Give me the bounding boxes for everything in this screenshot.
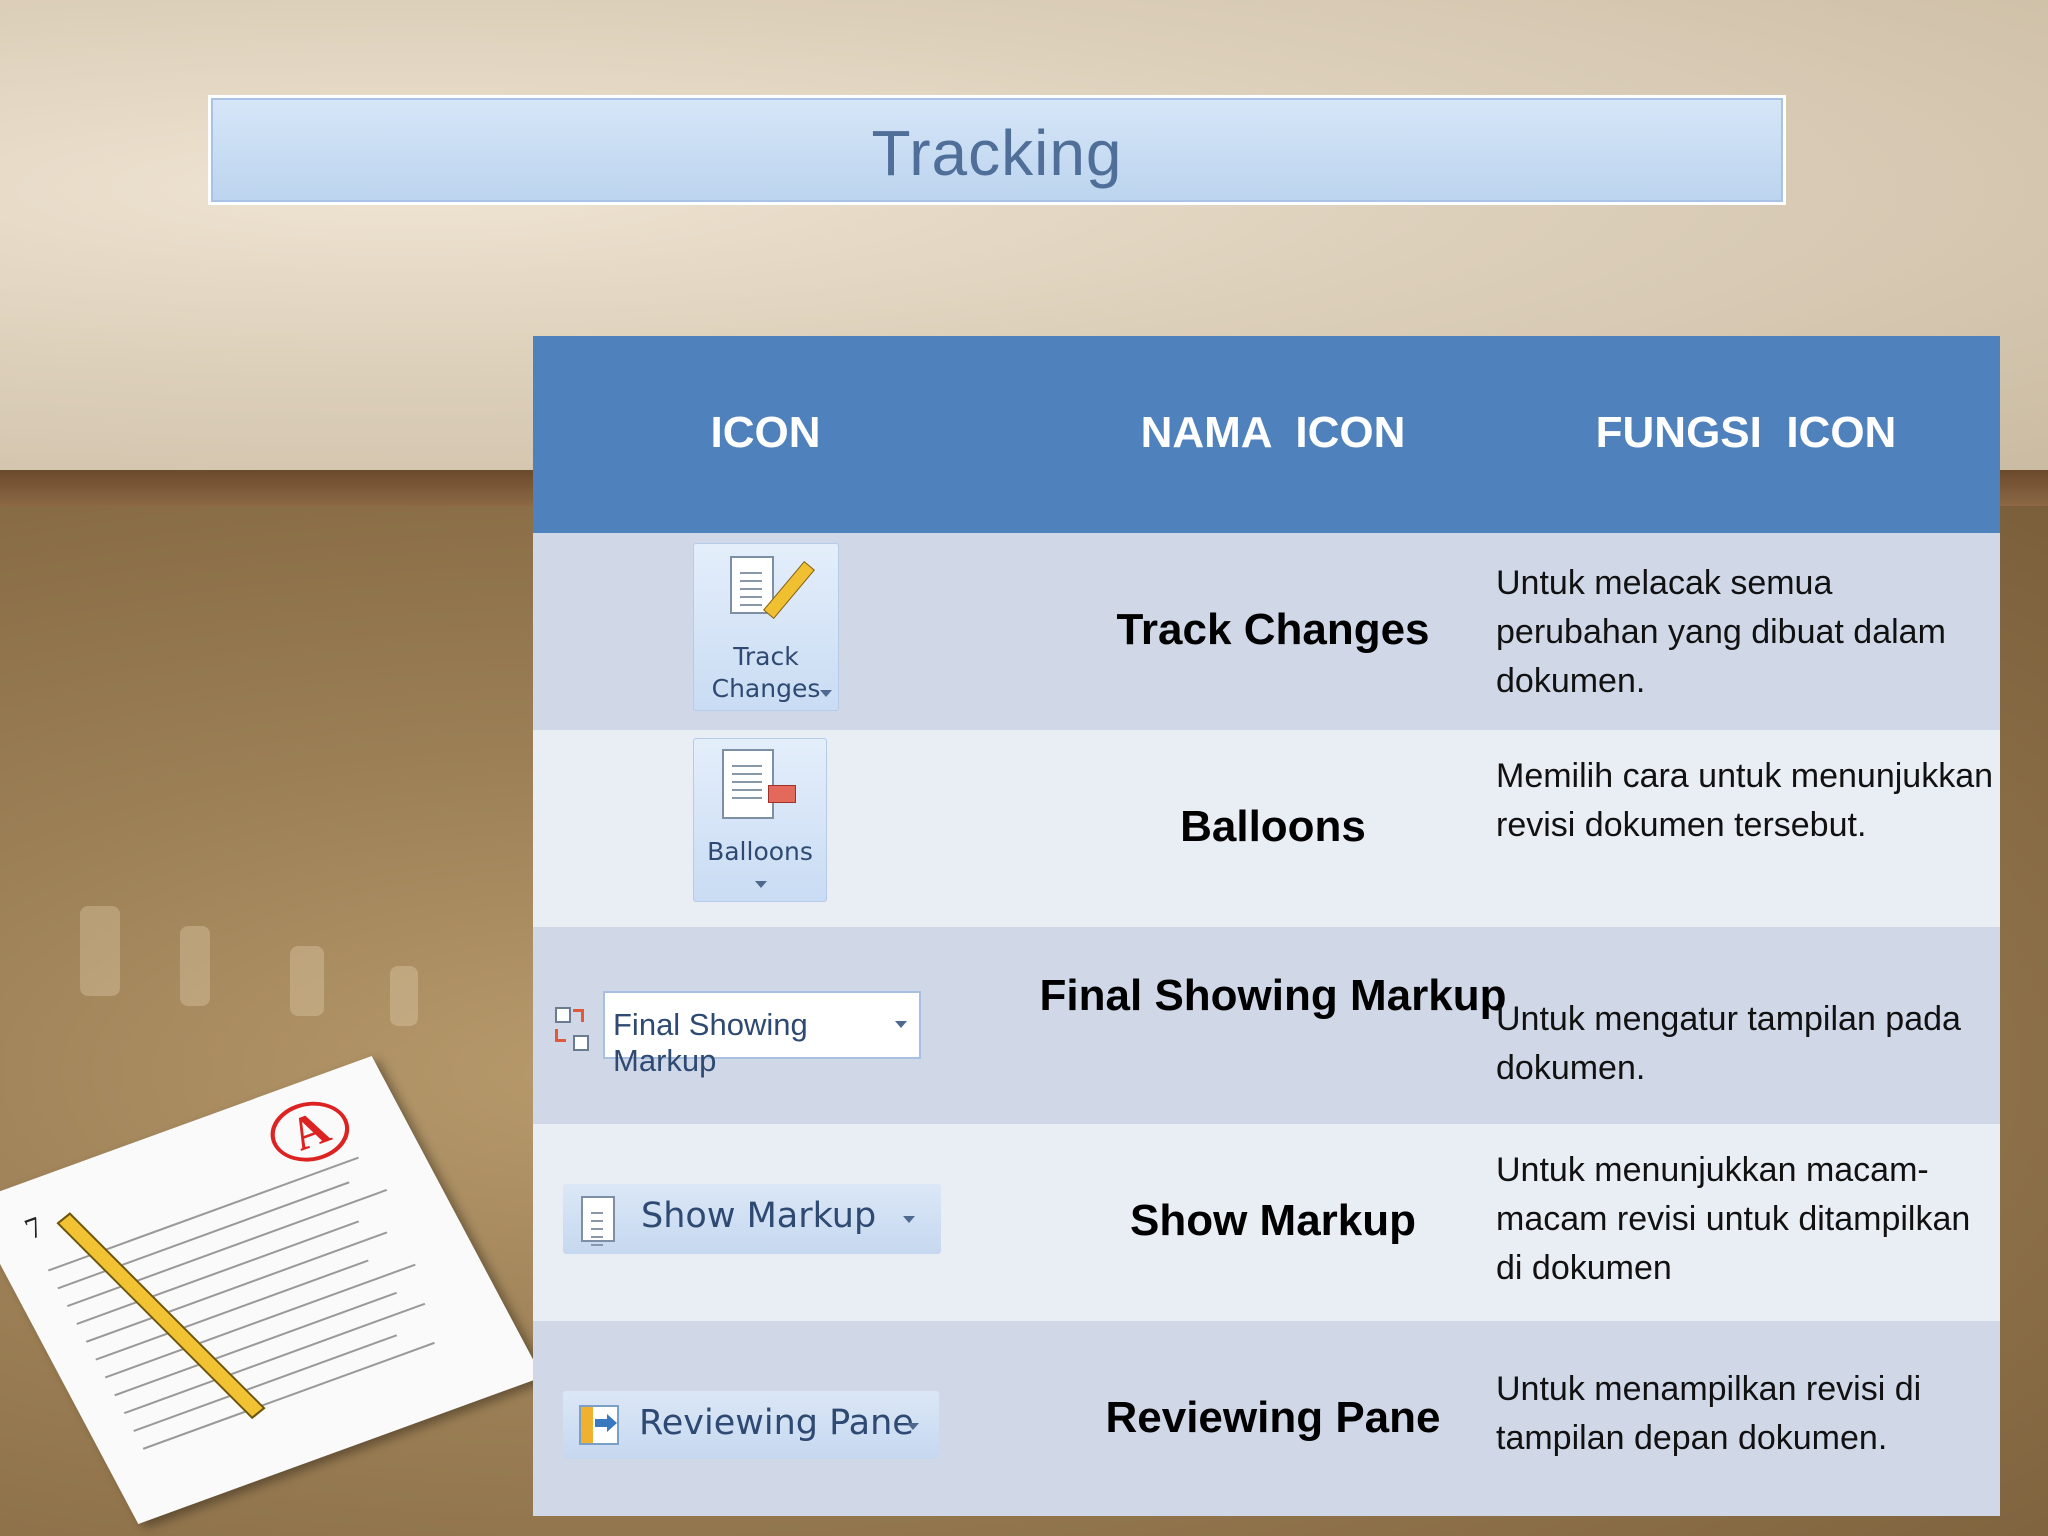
- chevron-down-icon: [820, 690, 832, 697]
- table-header: ICON NAMA ICON FUNGSI ICON: [533, 336, 2000, 533]
- markup-view-dropdown[interactable]: Final Showing Markup: [603, 991, 921, 1078]
- display-for-review-icon: [555, 1007, 589, 1055]
- header-fungsi-icon: FUNGSI ICON: [1595, 408, 1897, 457]
- chevron-down-icon: [903, 1216, 915, 1223]
- grade-mark: A: [259, 1091, 361, 1172]
- markup-view-dropdown-value: Final Showing Markup: [613, 1007, 808, 1078]
- title-bar: Tracking: [208, 95, 1786, 205]
- row-function: Untuk melacak semua perubahan yang dibua…: [1496, 564, 1946, 700]
- row-name: Show Markup: [1129, 1196, 1417, 1245]
- track-changes-label-line2: Changes: [711, 674, 821, 703]
- table-row: Reviewing Pane Reviewing Pane Untuk mena…: [533, 1321, 2000, 1516]
- row-function: Untuk menampilkan revisi di tampilan dep…: [1496, 1370, 1922, 1457]
- balloons-label: Balloons: [707, 837, 813, 866]
- chevron-down-icon: [755, 881, 767, 888]
- document-icon: [722, 749, 774, 819]
- balloons-button[interactable]: Balloons: [693, 738, 827, 902]
- balloon-icon: [768, 785, 796, 803]
- reviewing-pane-icon: [579, 1405, 619, 1445]
- header-icon: ICON: [710, 408, 821, 457]
- row-function: Memilih cara untuk menunjukkan revisi do…: [1496, 757, 1994, 844]
- row-function: Untuk menunjukkan macam-macam revisi unt…: [1496, 1151, 1971, 1287]
- table-row: Track Changes Track Changes Untuk melaca…: [533, 533, 2000, 730]
- paper-number: 7: [19, 1210, 50, 1246]
- table-row: Final Showing Markup Final Showing Marku…: [533, 927, 2000, 1124]
- show-markup-button[interactable]: Show Markup: [563, 1184, 941, 1254]
- table-row: Balloons Balloons Memilih cara untuk men…: [533, 730, 2000, 927]
- slide-title: Tracking: [871, 117, 1123, 189]
- document-icon: [581, 1196, 615, 1242]
- header-nama-icon: NAMA ICON: [1140, 408, 1406, 457]
- reviewing-pane-button[interactable]: Reviewing Pane: [563, 1391, 939, 1459]
- table-row: Show Markup Show Markup Untuk menunjukka…: [533, 1124, 2000, 1321]
- row-name: Final Showing Markup: [1039, 971, 1507, 1020]
- row-name: Track Changes: [1116, 605, 1430, 654]
- chevron-down-icon: [895, 1021, 907, 1028]
- track-changes-label-line1: Track: [733, 642, 799, 671]
- reviewing-pane-label: Reviewing Pane: [639, 1403, 914, 1443]
- show-markup-label: Show Markup: [641, 1196, 877, 1236]
- track-changes-button[interactable]: Track Changes: [693, 543, 839, 711]
- icon-table: ICON NAMA ICON FUNGSI ICON Track Changes…: [533, 336, 2000, 1516]
- row-name: Balloons: [1180, 802, 1366, 851]
- row-name: Reviewing Pane: [1105, 1393, 1441, 1442]
- row-function: Untuk mengatur tampilan pada dokumen.: [1496, 1000, 1961, 1087]
- chevron-down-icon: [907, 1423, 919, 1430]
